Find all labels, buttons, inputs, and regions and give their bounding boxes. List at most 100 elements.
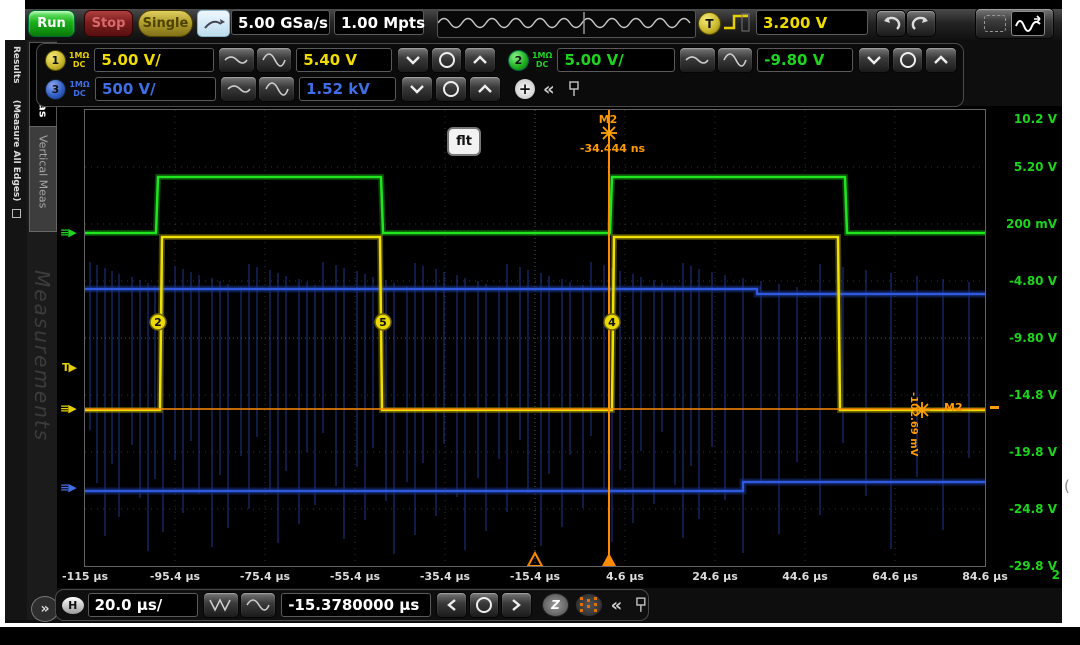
channel-2-scale-large-button[interactable] xyxy=(717,47,754,73)
channel-3-scale-field[interactable]: 500 V/ xyxy=(95,77,216,101)
redo-button[interactable] xyxy=(906,10,936,37)
trace-ch2 xyxy=(85,177,985,233)
memory-depth-field[interactable]: 1.00 Mpts xyxy=(334,10,424,35)
channel-2-coupling[interactable]: 1MΩ DC xyxy=(529,51,556,69)
large-wave-icon xyxy=(722,52,748,68)
x-axis-label: -15.4 µs xyxy=(500,570,570,583)
channel-3-scale-small-button[interactable] xyxy=(220,76,257,102)
single-button[interactable]: Single xyxy=(138,10,193,37)
cursors-button[interactable] xyxy=(575,593,602,617)
channel-3-scale-large-button[interactable] xyxy=(258,76,295,102)
channel-2-offset-down-button[interactable] xyxy=(858,47,890,73)
channel-1-scale-field[interactable]: 5.00 V/ xyxy=(94,48,214,72)
channel-2-badge[interactable]: 2 xyxy=(508,50,529,71)
measure-tab-strip: Time Meas Vertical Meas Measurements xyxy=(27,40,57,620)
flt-badge: flt xyxy=(447,127,481,156)
channel-1-offset-down-button[interactable] xyxy=(397,47,429,73)
waveform-arrows-icon xyxy=(1011,11,1045,36)
x-axis-label: -115 µs xyxy=(50,570,120,583)
channel-panel: 1 1MΩ DC 5.00 V/ 5.40 V 2 1MΩ xyxy=(36,43,964,107)
tab-vertical-meas[interactable]: Vertical Meas xyxy=(29,126,57,232)
preview-waveform-icon xyxy=(438,11,693,35)
channel-1-offset-field[interactable]: 5.40 V xyxy=(296,48,392,72)
touch-gesture-button[interactable] xyxy=(197,10,230,37)
horizontal-badge[interactable]: H xyxy=(62,597,84,614)
x-axis-label: -75.4 µs xyxy=(230,570,300,583)
chevron-up-icon xyxy=(933,55,949,65)
collapse-hbar-button[interactable]: « xyxy=(611,595,623,616)
cursor-artifact: ( xyxy=(1064,477,1070,495)
zoom-mode-button[interactable]: Z xyxy=(542,593,569,617)
results-sublabel: (Measure All Edges) xyxy=(11,100,21,202)
x-axis-label: 84.6 µs xyxy=(950,570,1020,583)
channel-3-ground-marker[interactable]: ≡▶ xyxy=(60,481,76,494)
channel-3-offset-up-button[interactable] xyxy=(469,76,501,102)
coupling-label: DC xyxy=(536,60,549,69)
timebase-zoom-out-button[interactable] xyxy=(240,592,276,618)
channel-2-offset-field[interactable]: -9.80 V xyxy=(757,48,853,72)
channel-3-coupling[interactable]: 1MΩ DC xyxy=(66,80,93,98)
delay-zero-button[interactable] xyxy=(469,592,499,618)
graticule-frame: 254 xyxy=(84,109,986,567)
undo-button[interactable] xyxy=(876,10,906,37)
channel-2-offset-zero-button[interactable] xyxy=(892,47,924,73)
channel-1-ground-marker[interactable]: ≡▶ xyxy=(60,402,76,415)
marker-m2-edge-tick xyxy=(990,406,999,409)
channel-1-badge[interactable]: 1 xyxy=(45,50,66,71)
timebase-zoom-in-button[interactable] xyxy=(203,592,239,618)
channel-2-scale-small-button[interactable] xyxy=(679,47,716,73)
trigger-badge[interactable]: T xyxy=(698,12,721,35)
channel-1-offset-up-button[interactable] xyxy=(464,47,496,73)
acquisition-preview-strip[interactable] xyxy=(437,10,696,38)
coupling-label: DC xyxy=(73,60,86,69)
chevron-left-icon xyxy=(447,598,457,612)
edge-number-label: 5 xyxy=(379,316,387,329)
window-icon xyxy=(12,209,21,218)
right-axis-label: -9.80 V xyxy=(1002,331,1057,345)
run-button[interactable]: Run xyxy=(28,10,75,37)
x-axis-label: 4.6 µs xyxy=(590,570,660,583)
channel-1-coupling[interactable]: 1MΩ DC xyxy=(66,51,93,69)
channel-3-offset-down-button[interactable] xyxy=(401,76,433,102)
trigger-level-marker[interactable]: T▶ xyxy=(62,361,76,374)
channel-2-scale-field[interactable]: 5.00 V/ xyxy=(557,48,675,72)
chevron-down-icon xyxy=(409,84,425,94)
delay-left-button[interactable] xyxy=(436,592,466,618)
small-wave-icon xyxy=(223,53,249,67)
trigger-level-field[interactable]: 3.200 V xyxy=(756,10,868,35)
channel-3-badge[interactable]: 3 xyxy=(45,79,66,100)
measurements-watermark: Measurements xyxy=(30,270,54,442)
collapse-panel-button[interactable]: « xyxy=(543,79,555,100)
timebase-field[interactable]: 20.0 µs/ xyxy=(88,593,198,617)
marker-m2-voltage-value: -102.69 mV xyxy=(908,392,919,476)
delay-right-button[interactable] xyxy=(501,592,531,618)
marker-m2-top-label: M2 xyxy=(588,113,628,126)
channel-3-offset-zero-button[interactable] xyxy=(435,76,467,102)
results-strip[interactable]: Results (Measure All Edges) xyxy=(5,40,27,620)
circle-icon xyxy=(443,81,459,97)
zone-touch-trigger-button[interactable] xyxy=(975,8,1054,39)
delay-field[interactable]: -15.3780000 µs xyxy=(281,593,431,617)
marker-position-triangle xyxy=(602,553,616,566)
channel-1-scale-small-button[interactable] xyxy=(218,47,255,73)
channel-2-offset-up-button[interactable] xyxy=(925,47,957,73)
channel-2-ground-marker[interactable]: ≡▶ xyxy=(60,226,76,239)
right-axis-label: -14.8 V xyxy=(1002,388,1057,402)
trigger-slope-icon[interactable] xyxy=(722,12,750,33)
marker-m2-time-value: -34.444 ns xyxy=(570,142,655,155)
pin-icon[interactable] xyxy=(567,81,581,97)
x-axis-label: 44.6 µs xyxy=(770,570,840,583)
channel-1-offset-zero-button[interactable] xyxy=(431,47,463,73)
add-channel-button[interactable]: + xyxy=(515,79,535,99)
channel-1-scale-large-button[interactable] xyxy=(256,47,293,73)
chevron-up-icon xyxy=(477,84,493,94)
pin-icon[interactable] xyxy=(634,597,648,613)
waveform-display[interactable]: 254 xyxy=(85,110,985,566)
stop-button[interactable]: Stop xyxy=(84,10,133,37)
rising-edge-icon xyxy=(722,12,750,33)
sample-rate-field[interactable]: 5.00 GSa/s xyxy=(231,10,330,35)
channel-3-offset-field[interactable]: 1.52 kV xyxy=(299,77,396,101)
impedance-label: 1MΩ xyxy=(69,80,89,89)
dashed-cursor-icon xyxy=(580,597,583,613)
marker-m2-right-label: M2 xyxy=(944,401,963,414)
